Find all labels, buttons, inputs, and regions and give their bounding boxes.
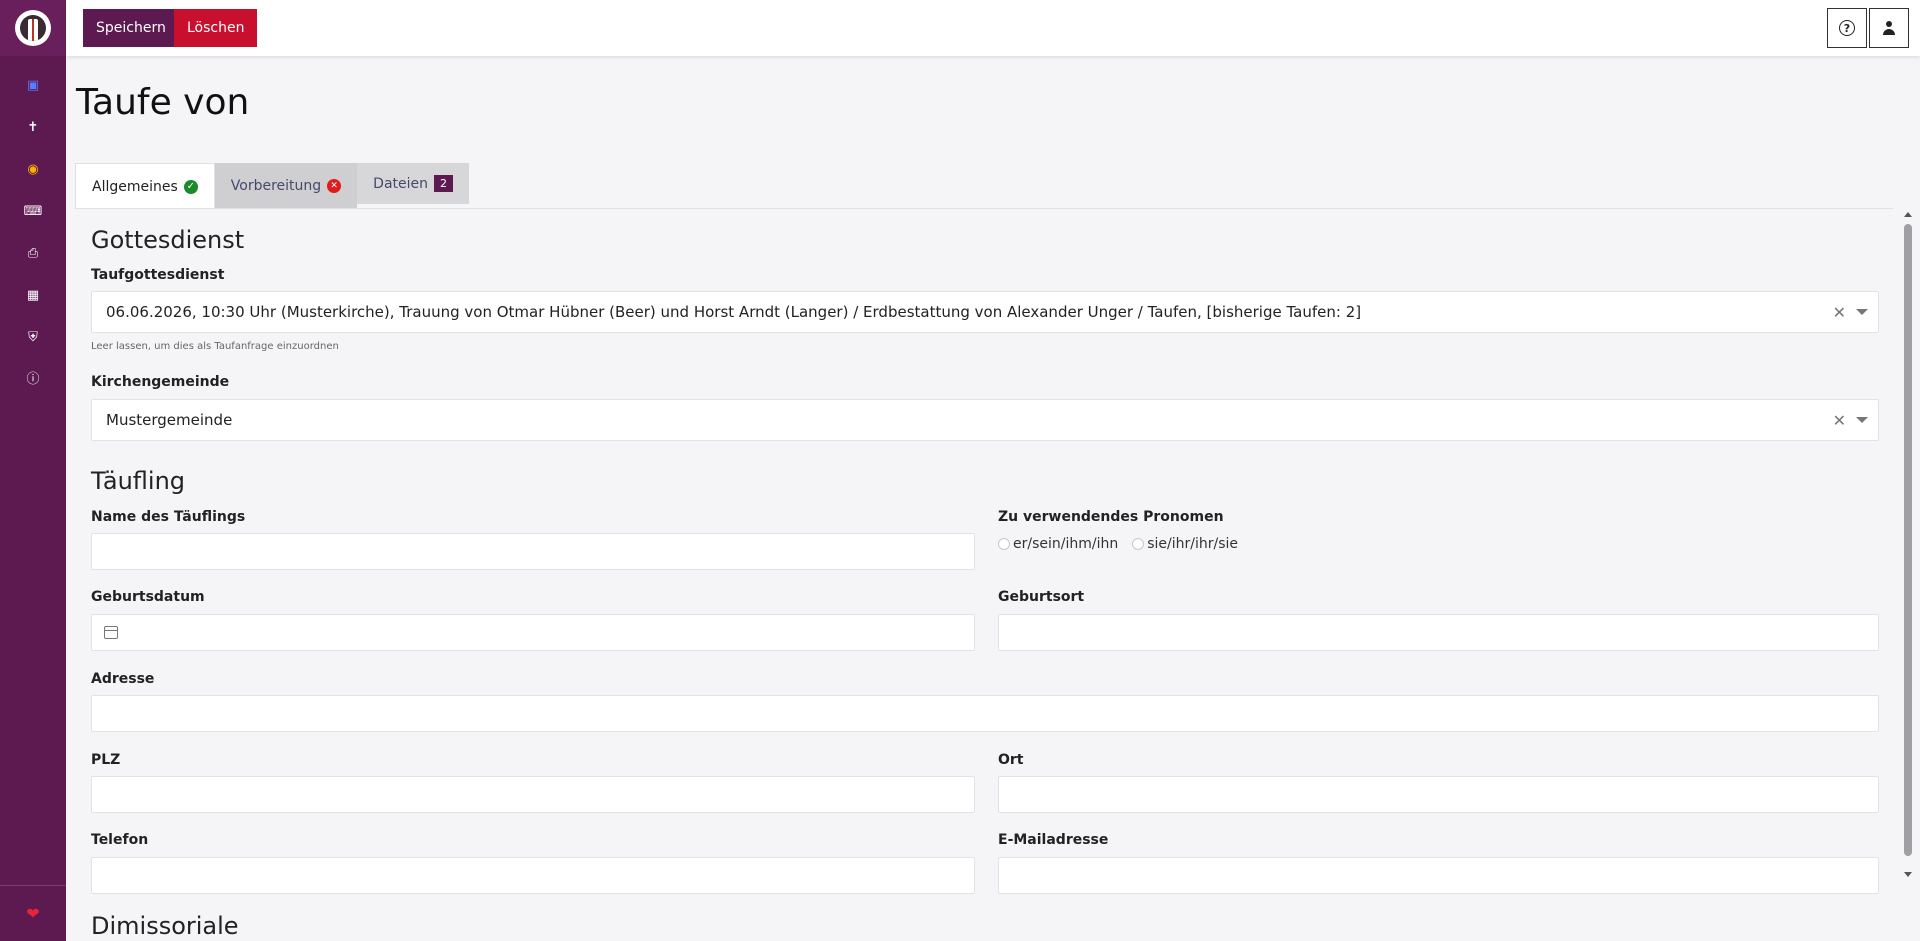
chevron-down-icon[interactable] [1856,309,1868,315]
calendar-icon [104,626,118,639]
delete-button[interactable]: Löschen [174,9,258,47]
geburtsort-input[interactable] [998,614,1879,651]
help-icon: ? [1839,20,1855,36]
taufgottesdienst-select[interactable]: 06.06.2026, 10:30 Uhr (Musterkirche), Tr… [91,291,1879,333]
scroll-down-arrow-icon[interactable] [1904,872,1912,877]
section-title-dimissoriale: Dimissoriale [91,912,239,940]
page-title: Taufe von [76,82,250,123]
section-title-taeufling: Täufling [91,467,186,495]
sidebar-footer: ❤ [0,885,66,941]
adresse-label: Adresse [91,671,155,687]
chevron-down-icon[interactable] [1856,417,1868,423]
pronomen-option-sie[interactable]: sie/ihr/ihr/sie [1132,536,1238,552]
error-circle-icon: ✕ [327,179,342,193]
geburtsort-label: Geburtsort [998,589,1085,605]
pronomen-option-er[interactable]: er/sein/ihm/ihn [998,536,1118,552]
calendar-check-icon: ▦ [26,287,40,303]
email-input[interactable] [998,857,1879,894]
main-content: Taufe von Allgemeines ✓ Vorbereitung ✕ D… [66,56,1920,941]
cross-icon: ✝ [27,119,39,135]
select-controls: ✕ [1833,400,1868,440]
sidebar-item-cross[interactable]: ✝ [0,106,66,148]
user-menu-button[interactable] [1869,8,1909,48]
globe-icon: ◉ [27,161,39,177]
check-circle-icon: ✓ [183,179,198,194]
kirchengemeinde-select[interactable]: Mustergemeinde ✕ [91,399,1879,441]
plz-label: PLZ [91,752,121,768]
tab-allgemeines[interactable]: Allgemeines ✓ [75,163,215,209]
section-title-gottesdienst: Gottesdienst [91,226,245,254]
taufgottesdienst-value: 06.06.2026, 10:30 Uhr (Musterkirche), Tr… [106,303,1362,321]
form-panel: Gottesdienst Taufgottesdienst 06.06.2026… [75,208,1893,941]
scrollbar-thumb[interactable] [1904,224,1912,856]
email-label: E-Mailadresse [998,832,1109,848]
save-button[interactable]: Speichern [83,9,179,47]
ort-input[interactable] [998,776,1879,813]
sidebar: ▣ ✝ ◉ ⌨ ⎙ ▦ ⛨ ⓘ ❤ [0,0,66,941]
radio-label: sie/ihr/ihr/sie [1147,536,1239,552]
taufgottesdienst-label: Taufgottesdienst [91,267,225,283]
geburtsdatum-input[interactable] [91,614,975,651]
radio-button[interactable] [1132,538,1145,550]
clear-icon[interactable]: ✕ [1833,411,1846,430]
help-button[interactable]: ? [1827,8,1867,48]
user-icon [1882,21,1896,35]
heart-icon[interactable]: ❤ [26,904,39,923]
printer-icon: ⎙ [27,245,39,261]
telefon-label: Telefon [91,832,149,848]
user-shield-icon: ⛨ [28,329,38,345]
tab-dateien[interactable]: Dateien 2 [357,163,470,204]
geburtsdatum-label: Geburtsdatum [91,589,205,605]
tab-vorbereitung[interactable]: Vorbereitung ✕ [214,163,358,209]
top-toolbar: Speichern Löschen ? [66,0,1920,56]
sidebar-item-calendar-check[interactable]: ▦ [0,274,66,316]
pronomen-label: Zu verwendendes Pronomen [998,509,1224,525]
robe-icon [20,15,46,41]
adresse-input[interactable] [91,695,1879,732]
calendar-icon: ▣ [26,77,40,93]
info-icon: ⓘ [26,371,40,387]
tab-label: Dateien [373,175,429,192]
radio-button[interactable] [998,538,1010,550]
taufgottesdienst-hint: Leer lassen, um dies als Taufanfrage ein… [91,341,339,352]
sidebar-item-globe[interactable]: ◉ [0,148,66,190]
logo-container [0,0,66,56]
sidebar-item-printer[interactable]: ⎙ [0,232,66,274]
tab-label: Allgemeines [92,178,178,195]
ort-label: Ort [998,752,1024,768]
keyboard-icon: ⌨ [23,203,43,219]
app-logo[interactable] [15,10,51,46]
vertical-scrollbar[interactable] [1898,152,1920,885]
kirchengemeinde-value: Mustergemeinde [106,411,233,429]
radio-label: er/sein/ihm/ihn [1013,536,1119,552]
select-controls: ✕ [1833,292,1868,332]
kirchengemeinde-label: Kirchengemeinde [91,374,230,390]
pronomen-radio-group: er/sein/ihm/ihn sie/ihr/ihr/sie [998,536,1238,552]
sidebar-item-keyboard[interactable]: ⌨ [0,190,66,232]
sidebar-item-calendar[interactable]: ▣ [0,64,66,106]
file-count-badge: 2 [434,175,454,192]
sidebar-nav: ▣ ✝ ◉ ⌨ ⎙ ▦ ⛨ ⓘ [0,64,66,400]
name-label: Name des Täuflings [91,509,246,525]
plz-input[interactable] [91,776,975,813]
name-input[interactable] [91,533,975,570]
clear-icon[interactable]: ✕ [1833,303,1846,322]
sidebar-item-info[interactable]: ⓘ [0,358,66,400]
telefon-input[interactable] [91,857,975,894]
tab-bar: Allgemeines ✓ Vorbereitung ✕ Dateien 2 [75,163,470,209]
tab-label: Vorbereitung [230,178,322,194]
sidebar-item-user-shield[interactable]: ⛨ [0,316,66,358]
scroll-up-arrow-icon[interactable] [1904,212,1912,217]
